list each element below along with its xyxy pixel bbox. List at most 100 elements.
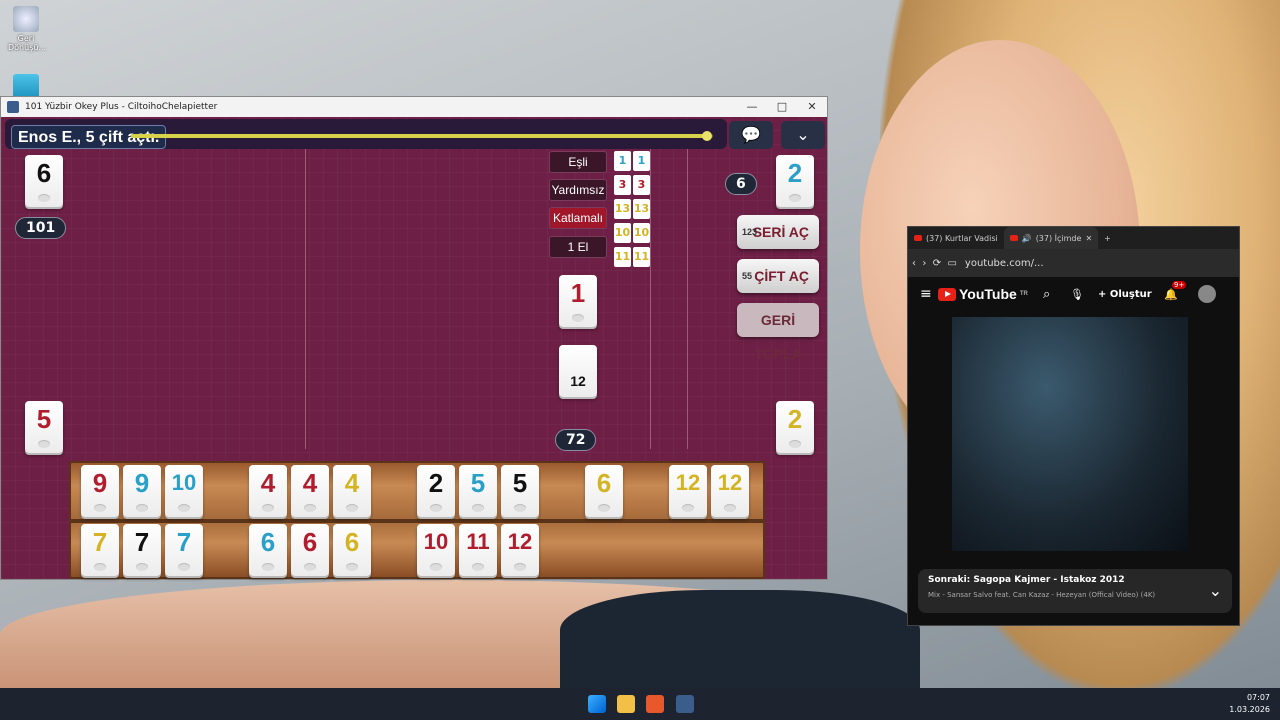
video-player[interactable]	[952, 317, 1188, 551]
clock-time: 07:07	[1246, 693, 1270, 702]
cift-ac-button[interactable]: 55 ÇİFT AÇ	[737, 259, 819, 293]
rack-tile[interactable]: 9	[81, 465, 119, 517]
center-draw-tile[interactable]: 12	[559, 345, 597, 397]
rack-tile[interactable]: 9	[123, 465, 161, 517]
bookmark-icon[interactable]: ▭	[947, 258, 956, 269]
chevron-down-icon: ⌄	[796, 125, 810, 144]
rack-tile[interactable]: 5	[459, 465, 497, 517]
forward-icon[interactable]: ›	[922, 258, 926, 269]
rack-tile[interactable]: 7	[165, 524, 203, 576]
browser-window: (37) Kurtlar Vadisi 🔊 (37) İçimde ✕ + ‹ › …	[907, 226, 1240, 626]
tile-rack: 9 9 10 4 4 4 2 5 5 6 12 12 7 7 7 6 6 6 10 11 12	[69, 461, 765, 579]
search-icon[interactable]: ⌕	[1043, 287, 1050, 302]
tile-value: 9	[92, 468, 108, 498]
browser-tab-active[interactable]: 🔊 (37) İçimde ✕	[1003, 227, 1099, 249]
rack-tile[interactable]: 10	[417, 524, 455, 576]
maximize-button[interactable]: □	[767, 99, 797, 115]
rack-tile[interactable]: 5	[501, 465, 539, 517]
pair-tiles-icon: 55	[742, 271, 753, 281]
up-next-panel[interactable]: Sonraki: Sagopa Kajmer - Istakoz 2012 Mi…	[918, 569, 1232, 613]
rack-tile[interactable]: 6	[249, 524, 287, 576]
browser-tab[interactable]: (37) Kurtlar Vadisi	[908, 227, 1004, 249]
player-top-left-tile[interactable]: 6	[25, 155, 63, 207]
create-button[interactable]: + Oluştur	[1098, 289, 1152, 300]
player-bottom-right-tile[interactable]: 2	[776, 401, 814, 453]
player-top-right-tile[interactable]: 2	[776, 155, 814, 207]
player-bottom-left-tile[interactable]: 5	[25, 401, 63, 453]
rack-tile[interactable]: 6	[333, 524, 371, 576]
tile-value: 4	[260, 468, 276, 498]
tile-value: 5	[470, 468, 486, 498]
okey-game-icon[interactable]	[676, 695, 694, 713]
clock-date: 1.03.2026	[1229, 705, 1270, 714]
youtube-logo[interactable]: YouTube TR	[938, 286, 1028, 302]
rack-tile[interactable]: 4	[249, 465, 287, 517]
microphone-icon[interactable]: 🎙	[1070, 288, 1084, 301]
opened-mini-tile: 3	[633, 175, 650, 195]
rack-divider	[71, 519, 763, 523]
menu-toggle-button[interactable]: ⌄	[781, 121, 825, 149]
minimize-button[interactable]: —	[737, 99, 767, 115]
close-button[interactable]: ✕	[797, 99, 827, 115]
recycle-bin-icon[interactable]: Geri Dönüşü...	[8, 6, 46, 52]
next-subtitle: Mix - Sansar Salvo feat. Can Kazaz - Hez…	[928, 591, 1156, 599]
youtube-logo-text: YouTube	[959, 286, 1017, 302]
chat-icon: 💬	[741, 125, 761, 144]
rack-tile[interactable]: 4	[291, 465, 329, 517]
chevron-down-icon[interactable]: ⌄	[1209, 581, 1222, 600]
browser-address-bar: ‹ › ⟳ ▭ youtube.com/...	[908, 249, 1239, 277]
reload-icon[interactable]: ⟳	[933, 258, 941, 269]
rack-tile[interactable]: 7	[123, 524, 161, 576]
tile-value: 7	[92, 527, 108, 557]
seri-ac-button[interactable]: 123 SERİ AÇ	[737, 215, 819, 249]
tile-value: 12	[675, 470, 701, 495]
notifications-icon[interactable]: 🔔	[1164, 288, 1178, 301]
rack-tile[interactable]: 12	[711, 465, 749, 517]
geri-topla-button[interactable]: GERİ TOPLA	[737, 303, 819, 362]
tile-value: 10	[423, 529, 449, 554]
rack-tile[interactable]: 4	[333, 465, 371, 517]
avatar[interactable]	[1198, 285, 1216, 303]
opened-mini-tile: 11	[633, 247, 650, 267]
board-divider	[650, 149, 651, 449]
option-1el: 1 El	[549, 236, 607, 258]
rack-tile[interactable]: 12	[501, 524, 539, 576]
back-icon[interactable]: ‹	[912, 258, 916, 269]
game-window: 101 Yüzbir Okey Plus - CiltoihoChelapiet…	[0, 96, 828, 580]
rack-tile[interactable]: 6	[585, 465, 623, 517]
tile-value: 6	[302, 527, 318, 557]
rack-tile[interactable]: 6	[291, 524, 329, 576]
tab-close-icon[interactable]: ✕	[1085, 234, 1092, 243]
rack-tile[interactable]: 12	[669, 465, 707, 517]
new-tab-icon[interactable]: +	[1104, 234, 1111, 243]
start-button-icon[interactable]	[588, 695, 606, 713]
rack-tile[interactable]: 2	[417, 465, 455, 517]
tile-value: 1	[570, 278, 586, 308]
right-player-badge: 6	[725, 173, 757, 195]
hamburger-menu-icon[interactable]: ≡	[920, 286, 932, 302]
taskbar: 07:07 1.03.2026	[0, 688, 1280, 720]
tile-value: 2	[787, 404, 803, 434]
chat-button[interactable]: 💬	[729, 121, 773, 149]
tile-value: 5	[512, 468, 528, 498]
opened-mini-tile: 13	[633, 199, 650, 219]
tab-label: (37) İçimde	[1035, 233, 1082, 243]
seri-ac-label: SERİ AÇ	[752, 224, 809, 240]
turn-progress-fill	[131, 134, 708, 138]
rack-tile[interactable]: 11	[459, 524, 497, 576]
speaker-icon: 🔊	[1021, 233, 1032, 243]
tile-value: 6	[260, 527, 276, 557]
rack-tile[interactable]: 7	[81, 524, 119, 576]
create-label: Oluştur	[1109, 288, 1152, 300]
system-clock[interactable]: 07:07 1.03.2026	[1229, 692, 1270, 716]
board-divider	[305, 149, 306, 449]
tile-value: 2	[787, 158, 803, 188]
wallpaper-top	[560, 590, 920, 690]
youtube-play-icon	[938, 287, 956, 301]
cift-ac-label: ÇİFT AÇ	[754, 268, 809, 284]
rack-tile[interactable]: 10	[165, 465, 203, 517]
app-icon	[7, 101, 19, 113]
file-explorer-icon[interactable]	[617, 695, 635, 713]
brave-browser-icon[interactable]	[646, 695, 664, 713]
url-field[interactable]: youtube.com/...	[965, 258, 1044, 269]
